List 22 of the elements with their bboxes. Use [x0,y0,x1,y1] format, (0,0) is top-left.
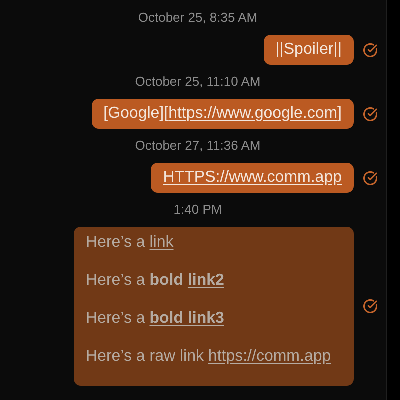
bold-link[interactable]: link2 [188,272,224,289]
sent-check-icon [363,170,378,186]
message-link[interactable]: https://comm.app [208,348,332,365]
message-link[interactable]: link [150,234,174,251]
bold-link[interactable]: bold link3 [150,310,224,327]
message-text: Here’s a [86,234,146,251]
sent-check-icon [363,106,378,122]
message-text: ||Spoiler|| [276,41,342,58]
sent-check-icon [363,42,378,58]
message-timestamp: October 25, 11:10 AM [135,74,261,89]
message-text: ] [338,105,342,122]
message-timestamp: October 27, 11:36 AM [135,138,261,153]
bold-text: bold [150,272,184,289]
message-text: Here’s a [86,272,146,289]
message-text: Here’s a [86,310,146,327]
message-text: Here’s a raw link [86,348,204,365]
sent-check-icon [363,299,378,314]
message-timestamp: 1:40 PM [174,202,222,217]
message-text: [Google][ [104,105,169,122]
message-link[interactable]: HTTPS://www.comm.app [163,169,342,186]
message-timestamp: October 25, 8:35 AM [138,10,258,25]
message-link[interactable]: https://www.google.com [168,105,338,122]
